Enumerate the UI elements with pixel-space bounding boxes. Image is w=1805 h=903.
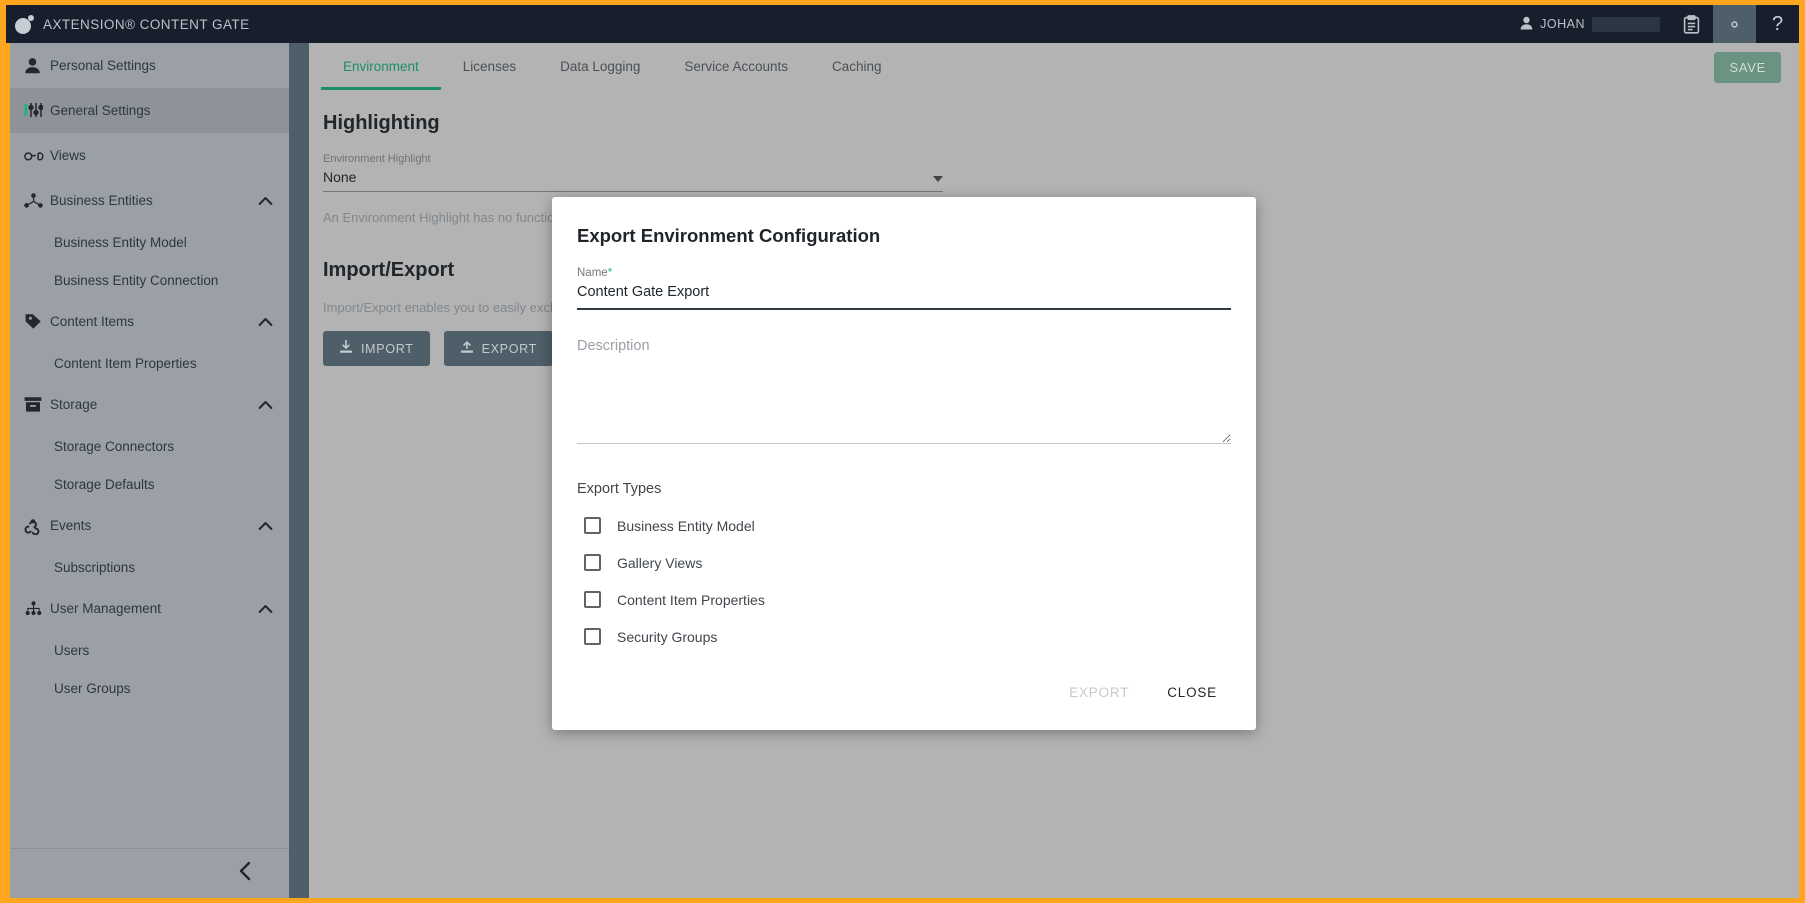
export-type-row[interactable]: Security Groups	[577, 618, 1231, 655]
export-types-label: Export Types	[577, 481, 662, 497]
export-type-row[interactable]: Gallery Views	[577, 544, 1231, 581]
name-field-label: Name*	[577, 267, 1231, 279]
export-type-label: Security Groups	[617, 628, 718, 645]
dialog-close-button[interactable]: CLOSE	[1153, 677, 1231, 708]
modal-overlay: Export Environment Configuration Name* E…	[6, 5, 1799, 898]
export-environment-configuration-dialog: Export Environment Configuration Name* E…	[552, 197, 1256, 730]
application-window: AXTENSION® CONTENT GATE JOHAN ? Personal…	[6, 5, 1799, 898]
checkbox-content-item-properties[interactable]	[584, 591, 601, 608]
export-type-label: Content Item Properties	[617, 591, 765, 608]
checkbox-gallery-views[interactable]	[584, 554, 601, 571]
export-type-row[interactable]: Business Entity Model	[577, 507, 1231, 544]
export-type-row[interactable]: Content Item Properties	[577, 581, 1231, 618]
required-marker: *	[607, 267, 613, 279]
checkbox-security-groups[interactable]	[584, 628, 601, 645]
dialog-title: Export Environment Configuration	[577, 225, 881, 246]
checkbox-business-entity-model[interactable]	[584, 517, 601, 534]
name-input[interactable]	[577, 282, 1231, 310]
dialog-export-button[interactable]: EXPORT	[1055, 677, 1143, 708]
export-type-label: Gallery Views	[617, 554, 703, 571]
export-types-checkbox-list: Business Entity Model Gallery Views Conten…	[577, 507, 1231, 655]
description-input[interactable]	[577, 336, 1231, 444]
dialog-actions: EXPORT CLOSE	[577, 655, 1231, 730]
export-type-label: Business Entity Model	[617, 517, 755, 534]
name-label-text: Name	[577, 267, 608, 279]
